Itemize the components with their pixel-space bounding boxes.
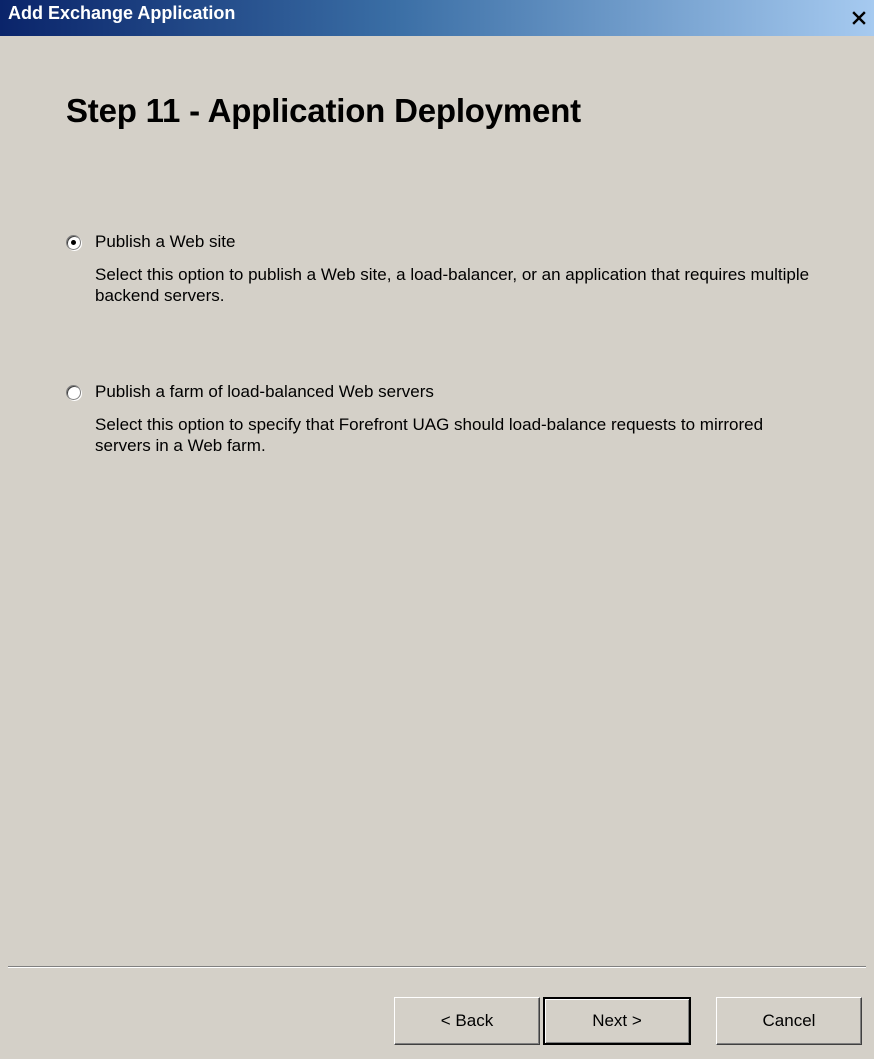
option-publish-web-farm: Publish a farm of load-balanced Web serv… [66, 380, 815, 456]
option-label[interactable]: Publish a farm of load-balanced Web serv… [95, 382, 434, 402]
next-button[interactable]: Next > [543, 997, 691, 1045]
back-button[interactable]: < Back [394, 997, 540, 1045]
radio-unselected-icon[interactable] [66, 384, 81, 400]
option-label[interactable]: Publish a Web site [95, 232, 235, 252]
radio-publish-web-site[interactable]: Publish a Web site [66, 230, 815, 254]
wizard-dialog: Add Exchange Application Step 11 - Appli… [0, 0, 874, 1059]
option-publish-web-site: Publish a Web site Select this option to… [66, 230, 815, 306]
cancel-button[interactable]: Cancel [716, 997, 862, 1045]
title-bar[interactable]: Add Exchange Application [0, 0, 874, 36]
close-button[interactable] [846, 5, 872, 31]
footer-separator [8, 966, 866, 968]
window-title: Add Exchange Application [8, 3, 236, 23]
radio-selected-icon[interactable] [66, 234, 81, 250]
page-title: Step 11 - Application Deployment [66, 92, 581, 129]
option-description: Select this option to specify that Foref… [95, 415, 764, 455]
option-description: Select this option to publish a Web site… [95, 265, 810, 305]
close-icon [852, 11, 866, 25]
radio-publish-web-farm[interactable]: Publish a farm of load-balanced Web serv… [66, 380, 815, 404]
